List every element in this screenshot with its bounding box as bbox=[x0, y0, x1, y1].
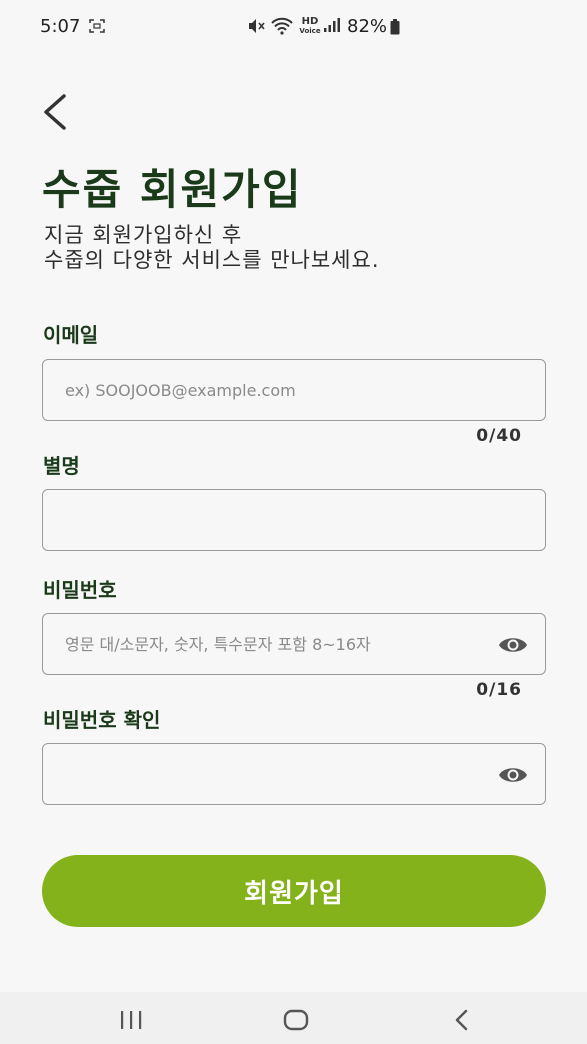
email-char-counter: 0/40 bbox=[476, 426, 522, 446]
eye-icon bbox=[499, 768, 527, 782]
password-label: 비밀번호 bbox=[43, 578, 117, 602]
signal-icon bbox=[324, 18, 340, 32]
password-confirm-input[interactable] bbox=[43, 744, 545, 804]
nickname-input[interactable] bbox=[43, 490, 545, 550]
subtitle: 지금 회원가입하신 후 수줍의 다양한 서비스를 만나보세요. bbox=[44, 223, 524, 273]
email-label: 이메일 bbox=[43, 323, 99, 347]
password-field[interactable] bbox=[42, 613, 546, 675]
status-bar: 5:07 HD Voice 82% bbox=[0, 0, 587, 56]
hd-voice-indicator: HD Voice bbox=[299, 16, 321, 36]
nickname-field[interactable] bbox=[42, 489, 546, 551]
email-field[interactable] bbox=[42, 359, 546, 421]
system-nav-bar bbox=[0, 992, 587, 1044]
mute-icon bbox=[249, 19, 265, 33]
email-input[interactable] bbox=[43, 360, 545, 420]
back-button[interactable] bbox=[34, 88, 78, 136]
voice-label: Voice bbox=[299, 27, 321, 35]
signup-screen: 5:07 HD Voice 82% 수줍 회원가입 지금 회원가입하신 후 수줍… bbox=[0, 0, 587, 1044]
nav-back-icon[interactable] bbox=[452, 1008, 472, 1032]
eye-icon bbox=[499, 638, 527, 652]
recent-apps-icon[interactable] bbox=[118, 1010, 144, 1030]
password-confirm-visibility-toggle[interactable] bbox=[497, 763, 529, 787]
signup-submit-button[interactable]: 회원가입 bbox=[42, 855, 546, 927]
password-confirm-label: 비밀번호 확인 bbox=[43, 708, 161, 732]
wifi-icon bbox=[271, 17, 293, 35]
hd-label: HD bbox=[301, 16, 319, 27]
password-visibility-toggle[interactable] bbox=[497, 633, 529, 657]
password-input[interactable] bbox=[43, 614, 545, 674]
home-icon[interactable] bbox=[282, 1008, 310, 1032]
subtitle-line-2: 수줍의 다양한 서비스를 만나보세요. bbox=[44, 248, 380, 272]
screenshot-icon bbox=[89, 19, 105, 33]
back-arrow-icon bbox=[44, 94, 66, 130]
nickname-label: 별명 bbox=[43, 454, 80, 478]
password-confirm-field[interactable] bbox=[42, 743, 546, 805]
battery-icon bbox=[390, 19, 400, 35]
status-time: 5:07 bbox=[40, 16, 81, 37]
page-title: 수줍 회원가입 bbox=[42, 165, 303, 214]
subtitle-line-1: 지금 회원가입하신 후 bbox=[44, 223, 243, 247]
password-char-counter: 0/16 bbox=[476, 680, 522, 700]
battery-percent: 82% bbox=[347, 16, 388, 37]
